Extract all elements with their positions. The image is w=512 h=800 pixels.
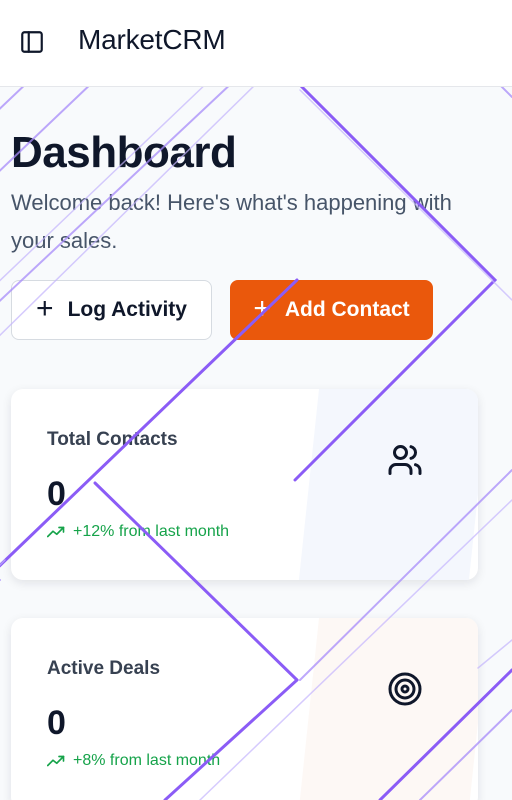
add-contact-label: Add Contact bbox=[284, 298, 410, 321]
users-icon bbox=[388, 445, 422, 475]
stat-value: 0 bbox=[47, 475, 66, 513]
stat-card-total-contacts[interactable]: Total Contacts 0 +12% from last month bbox=[11, 389, 478, 580]
trending-up-icon bbox=[47, 755, 65, 767]
panel-left-icon bbox=[21, 31, 43, 53]
stat-trend-text: +8% from last month bbox=[73, 752, 221, 769]
trending-up-icon bbox=[47, 526, 65, 538]
sidebar-toggle-button[interactable] bbox=[18, 28, 46, 56]
log-activity-button[interactable]: + Log Activity bbox=[11, 280, 212, 340]
welcome-message: Welcome back! Here's what's happening wi… bbox=[11, 190, 452, 253]
main-content: Dashboard Welcome back! Here's what's ha… bbox=[0, 86, 512, 800]
stat-card-active-deals[interactable]: Active Deals 0 +8% from last month bbox=[11, 618, 478, 800]
stat-label: Total Contacts bbox=[47, 429, 178, 450]
stat-trend: +8% from last month bbox=[47, 752, 220, 770]
top-bar: MarketCRM bbox=[0, 0, 512, 87]
app-name: MarketCRM bbox=[78, 24, 226, 55]
add-contact-button[interactable]: + Add Contact bbox=[230, 280, 433, 340]
plus-icon: + bbox=[36, 291, 54, 325]
stat-value: 0 bbox=[47, 704, 66, 742]
page-title: Dashboard bbox=[11, 128, 237, 177]
card-accent bbox=[298, 618, 478, 800]
stat-trend: +12% from last month bbox=[47, 523, 229, 541]
app-screen: MarketCRM Dashboard Welcome back! Here's… bbox=[0, 0, 512, 800]
target-icon bbox=[388, 672, 422, 706]
log-activity-label: Log Activity bbox=[67, 298, 187, 321]
card-accent bbox=[298, 389, 478, 580]
stat-label: Active Deals bbox=[47, 658, 161, 679]
stat-trend-text: +12% from last month bbox=[73, 523, 230, 540]
plus-icon: + bbox=[253, 291, 271, 325]
